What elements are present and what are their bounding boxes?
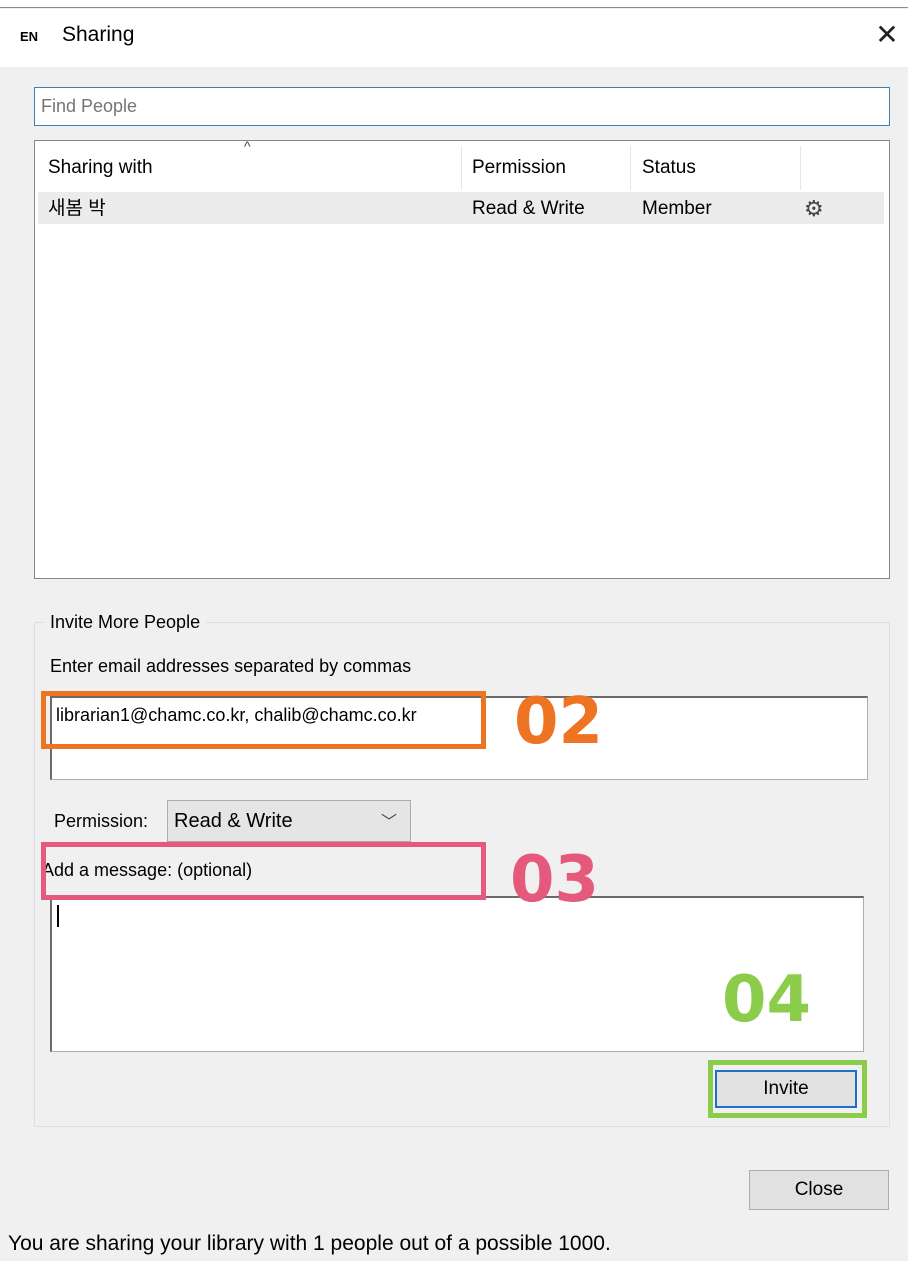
row-status: Member (642, 198, 712, 219)
window-title: Sharing (62, 23, 135, 46)
annotation-number-02: 02 (514, 685, 604, 759)
permission-select[interactable]: Read & Write (167, 800, 411, 842)
permission-label: Permission: (54, 811, 149, 831)
app-icon: EN (20, 29, 39, 44)
close-button[interactable]: Close (749, 1170, 889, 1210)
row-name: 새봄 박 (48, 198, 106, 219)
chevron-down-icon[interactable]: ﹀ (381, 808, 397, 832)
annotation-box-03 (41, 842, 486, 900)
close-icon[interactable]: ✕ (872, 18, 902, 52)
column-header-status[interactable]: Status (642, 146, 696, 188)
title-bar (0, 9, 908, 67)
column-divider[interactable] (461, 146, 462, 190)
table-row[interactable] (38, 192, 884, 224)
invite-group-label: Invite More People (44, 612, 207, 633)
email-label: Enter email addresses separated by comma… (50, 656, 412, 676)
column-header-permission[interactable]: Permission (472, 146, 566, 188)
annotation-number-04: 04 (722, 963, 812, 1037)
column-header-sharing-with[interactable]: Sharing with (48, 146, 153, 188)
sharing-status-text: You are sharing your library with 1 peop… (8, 1232, 611, 1255)
annotation-number-03: 03 (510, 843, 600, 917)
gear-icon[interactable]: ⚙ (804, 192, 824, 226)
annotation-box-04 (708, 1060, 867, 1118)
column-divider[interactable] (800, 146, 801, 190)
find-people-input[interactable] (34, 87, 890, 126)
sort-ascending-icon: ^ (244, 138, 251, 154)
row-permission: Read & Write (472, 198, 585, 219)
annotation-box-02 (41, 691, 486, 749)
column-divider[interactable] (630, 146, 631, 190)
window-top-edge (0, 0, 908, 8)
permission-select-value: Read & Write (174, 810, 293, 832)
text-cursor (57, 905, 59, 927)
